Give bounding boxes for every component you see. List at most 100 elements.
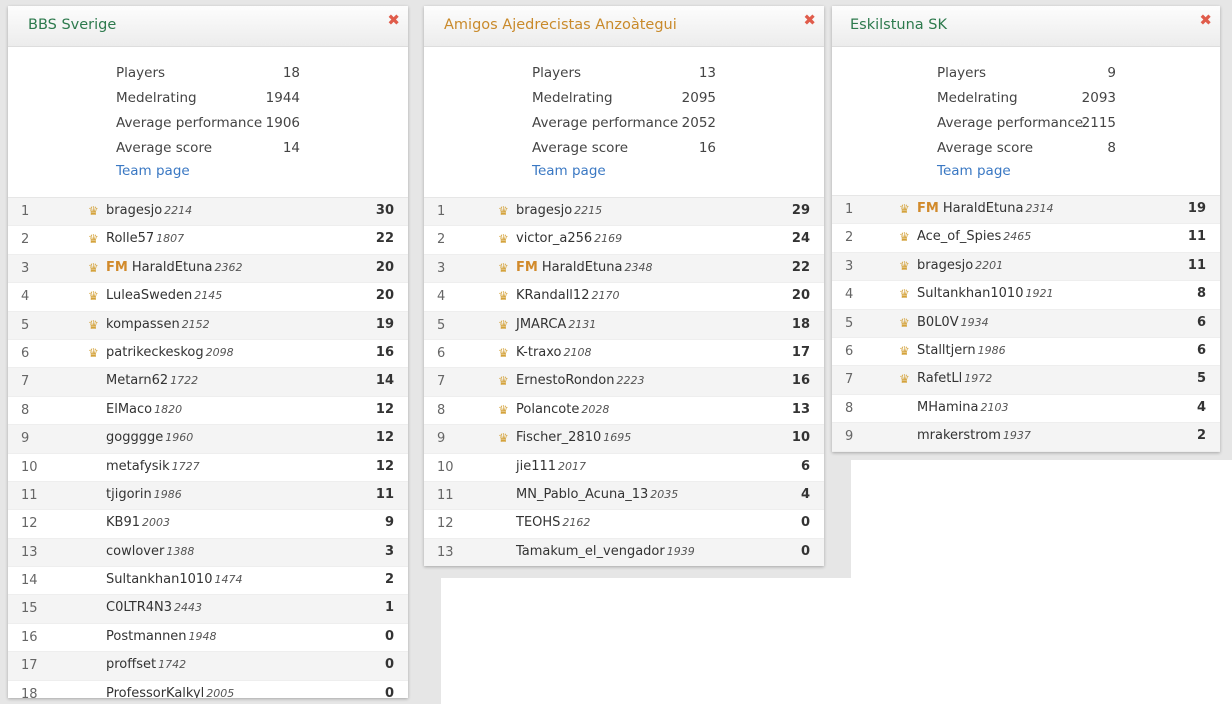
player-rating: 1722 (170, 374, 199, 388)
player-name-link[interactable]: TEOHS (516, 515, 560, 530)
player-rating: 1742 (158, 658, 187, 672)
close-icon[interactable]: ✖ (387, 11, 400, 29)
team-panel-eskilstuna-sk: Eskilstuna SK ✖ Players 9 Medelrating 20… (832, 6, 1220, 452)
player-name-link[interactable]: metafysik (106, 459, 170, 474)
player-name-link[interactable]: Rolle57 (106, 231, 154, 246)
panel-title: Amigos Ajedrecistas Anzoàtegui (444, 17, 677, 33)
player-name-link[interactable]: ElMaco (106, 402, 152, 417)
rating-label: Medelrating (937, 90, 1018, 106)
rank-number: 13 (21, 544, 38, 560)
player-name-link[interactable]: RafetLl (917, 371, 962, 386)
team-page-link[interactable]: Team page (532, 163, 606, 179)
player-name-link[interactable]: bragesjo (106, 203, 162, 218)
score-value: 8 (1107, 140, 1116, 156)
team-page-link[interactable]: Team page (116, 163, 190, 179)
player-rating: 1820 (154, 402, 183, 416)
player-name-link[interactable]: Sultankhan1010 (106, 572, 212, 587)
player-name-link[interactable]: K-traxo (516, 345, 562, 360)
player-list: 1 ♛ FM HaraldEtuna 2314 19 2 ♛ Ace_of_Spies 2465 1… (832, 195, 1220, 452)
player-name-link[interactable]: bragesjo (516, 203, 572, 218)
rating-value: 1944 (265, 90, 300, 106)
player-name-link[interactable]: kompassen (106, 317, 180, 332)
player-rating: 2028 (581, 402, 610, 416)
team-page-link[interactable]: Team page (937, 163, 1011, 179)
close-icon[interactable]: ✖ (803, 11, 816, 29)
player-name-link[interactable]: KB91 (106, 515, 140, 530)
rank-number: 11 (21, 487, 38, 503)
player-name-link[interactable]: victor_a256 (516, 231, 592, 246)
player-score: 20 (791, 288, 810, 304)
table-row: 1 ♛ FM HaraldEtuna 2314 19 (832, 196, 1220, 225)
player-rating: 2362 (214, 260, 243, 274)
rank-number: 4 (845, 287, 854, 303)
player-name-link[interactable]: HaraldEtuna (542, 260, 623, 275)
player-name-link[interactable]: patrikeckeskog (106, 345, 204, 360)
players-label: Players (116, 65, 166, 81)
player-name-link[interactable]: HaraldEtuna (132, 260, 213, 275)
rank-number: 8 (845, 400, 854, 416)
player-name-link[interactable]: Ace_of_Spies (917, 229, 1001, 244)
player-name-link[interactable]: tjigorin (106, 487, 152, 502)
performance-value: 2052 (681, 115, 716, 131)
player-name-link[interactable]: gogggge (106, 430, 163, 445)
player-rating: 1727 (171, 459, 200, 473)
player-name-link[interactable]: Stalltjern (917, 343, 976, 358)
rank-number: 18 (21, 686, 38, 698)
table-row: 2 ♛ Rolle57 1807 22 (8, 226, 408, 255)
player-score: 29 (791, 203, 810, 218)
player-score: 1 (384, 600, 394, 616)
player-name-link[interactable]: Sultankhan1010 (917, 286, 1023, 301)
player-name-link[interactable]: proffset (106, 657, 156, 672)
player-rating: 2131 (568, 317, 597, 331)
player-score: 11 (1187, 257, 1206, 273)
player-name-link[interactable]: jie111 (516, 459, 556, 474)
rank-number: 1 (845, 202, 854, 217)
player-rating: 1986 (977, 343, 1006, 357)
table-row: 4 ♛ KRandall12 2170 20 (424, 283, 824, 312)
rank-number: 3 (21, 260, 30, 276)
player-name-link[interactable]: bragesjo (917, 258, 973, 273)
player-name-link[interactable]: HaraldEtuna (943, 201, 1024, 216)
player-entry: Stalltjern 1986 (917, 343, 1006, 358)
rank-number: 9 (21, 431, 30, 447)
rank-number: 13 (437, 544, 454, 560)
table-row: 5 ♛ JMARCA 2131 18 (424, 311, 824, 340)
table-row: 10 jie111 2017 6 (424, 454, 824, 482)
player-rating: 1807 (156, 232, 185, 246)
player-name-link[interactable]: JMARCA (516, 317, 566, 332)
player-rating: 1939 (666, 544, 695, 558)
score-label: Average score (532, 140, 629, 156)
player-name-link[interactable]: MN_Pablo_Acuna_13 (516, 487, 648, 502)
close-icon[interactable]: ✖ (1199, 11, 1212, 29)
player-name-link[interactable]: MHamina (917, 400, 978, 415)
player-name-link[interactable]: B0L0V (917, 315, 959, 330)
player-name-link[interactable]: ProfessorKalkyl (106, 686, 204, 698)
rank-number: 8 (437, 402, 446, 418)
player-name-link[interactable]: Polancote (516, 402, 579, 417)
player-score: 13 (791, 401, 810, 417)
player-name-link[interactable]: cowlover (106, 544, 164, 559)
player-score: 12 (375, 430, 394, 446)
player-rating: 2108 (563, 345, 592, 359)
player-name-link[interactable]: KRandall12 (516, 288, 589, 303)
player-rating: 1695 (603, 431, 632, 445)
player-name-link[interactable]: Fischer_2810 (516, 430, 601, 445)
player-score: 19 (375, 316, 394, 332)
player-name-link[interactable]: Metarn62 (106, 373, 168, 388)
player-entry: Rolle57 1807 (106, 231, 184, 246)
player-name-link[interactable]: mrakerstrom (917, 428, 1001, 443)
crown-icon: ♛ (88, 317, 99, 332)
crown-icon: ♛ (498, 260, 509, 275)
player-name-link[interactable]: C0LTR4N3 (106, 600, 172, 615)
player-title-badge: FM (516, 259, 538, 275)
player-rating: 2098 (205, 345, 234, 359)
player-entry: C0LTR4N3 2443 (106, 600, 202, 615)
player-entry: ProfessorKalkyl 2005 (106, 686, 234, 698)
rank-number: 5 (21, 317, 30, 333)
player-name-link[interactable]: Postmannen (106, 629, 187, 644)
player-name-link[interactable]: ErnestoRondon (516, 373, 614, 388)
player-entry: LuleaSweden 2145 (106, 288, 222, 303)
player-name-link[interactable]: LuleaSweden (106, 288, 192, 303)
player-name-link[interactable]: Tamakum_el_vengador (516, 544, 665, 559)
player-entry: Postmannen 1948 (106, 629, 217, 644)
